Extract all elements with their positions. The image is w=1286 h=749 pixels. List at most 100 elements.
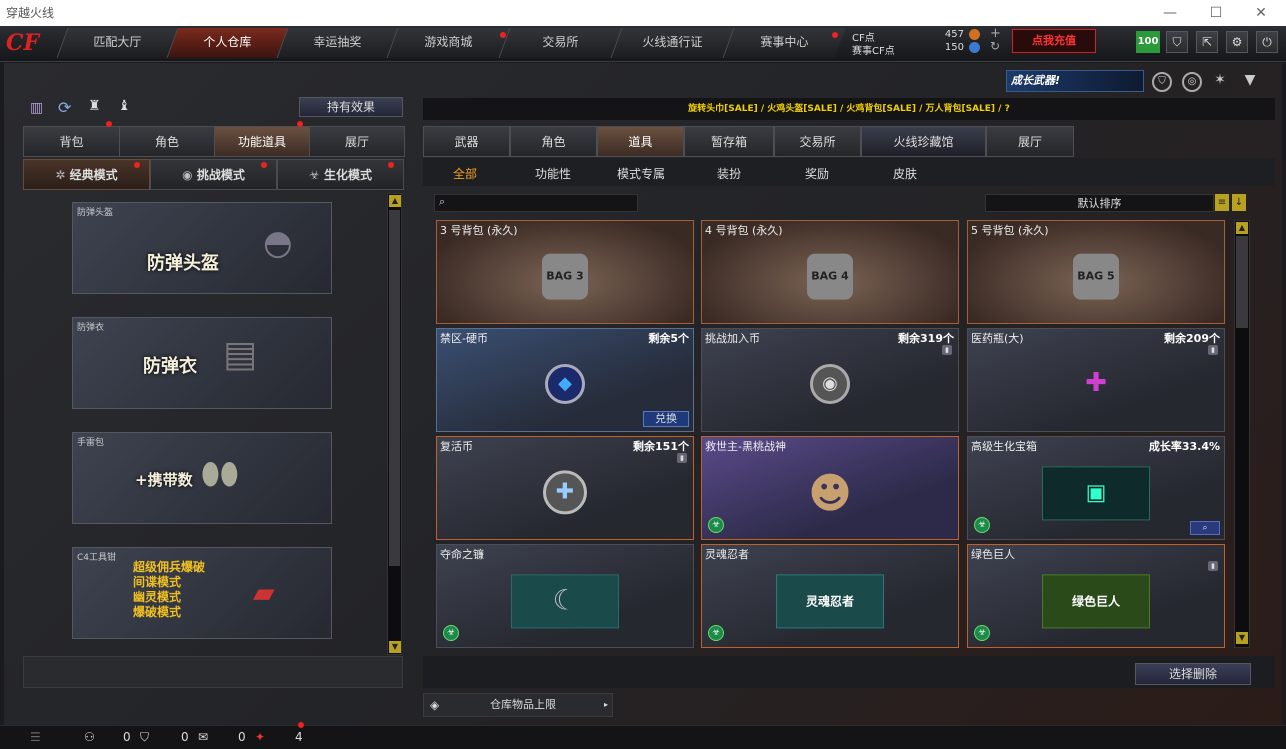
item-card[interactable]: 挑战加入币 剩余319个 ▮ ◉	[701, 328, 959, 432]
swap-icon[interactable]: ⟳	[58, 98, 71, 117]
item-card[interactable]: 禁区-硬币 剩余5个 ◆ 兑换	[436, 328, 694, 432]
menu-icon[interactable]: ☰	[30, 728, 41, 746]
left-tab-function-items[interactable]: 功能道具	[214, 126, 310, 157]
select-delete-button[interactable]: 选择删除	[1135, 663, 1251, 685]
holding-effect-button[interactable]: 持有效果	[299, 97, 403, 117]
lock-icon[interactable]: ▮	[942, 345, 952, 355]
c4-mode-2: 间谍模式	[133, 575, 182, 589]
card-grenade-pack[interactable]: 手雷包 +携带数 ⬮⬮	[72, 432, 332, 524]
target-icon[interactable]: ◎	[1182, 72, 1202, 92]
item-card[interactable]: 救世主-黑桃战神 ☻ ☣	[701, 436, 959, 540]
tab-weapons[interactable]: 武器	[423, 126, 510, 157]
sort-order-icon[interactable]: ↓	[1232, 194, 1246, 211]
subtab-reward[interactable]: 奖励	[784, 162, 850, 186]
card-c4-pliers[interactable]: C4工具钳 超级佣兵爆破 间谍模式 幽灵模式 爆破模式 ▰	[72, 547, 332, 639]
subtab-all[interactable]: 全部	[432, 162, 498, 186]
subtab-costume[interactable]: 装扮	[696, 162, 762, 186]
card-armor[interactable]: 防弹衣 防弹衣 ▤	[72, 317, 332, 409]
sort-dropdown[interactable]: 默认排序	[985, 194, 1214, 212]
mode-biochem[interactable]: ☣ 生化模式	[277, 159, 404, 190]
bag-icon[interactable]: ♝	[118, 98, 131, 114]
scroll-thumb[interactable]	[1236, 236, 1248, 328]
tab-temp-box[interactable]: 暂存箱	[684, 126, 774, 157]
scroll-thumb[interactable]	[389, 210, 400, 566]
friends-icon[interactable]: ⚇	[84, 728, 95, 746]
tab-lucky-draw[interactable]: 幸运抽奖	[276, 28, 398, 58]
gear-icon[interactable]: ⚙	[1226, 31, 1248, 53]
minimize-button[interactable]: —	[1147, 0, 1193, 26]
character-icon[interactable]: ♜	[88, 98, 101, 114]
tab-items[interactable]: 道具	[597, 126, 684, 157]
item-card[interactable]: 高级生化宝箱 成长率33.4% ▣ ☣ ⌕	[967, 436, 1225, 540]
c4-mode-4: 爆破模式	[133, 605, 182, 619]
tab-event-center[interactable]: 赛事中心	[722, 28, 846, 58]
item-card[interactable]: 灵魂忍者 灵魂忍者 ☣	[701, 544, 959, 648]
item-name: 挑战加入币	[705, 332, 760, 345]
tab-hall-right[interactable]: 展厅	[986, 126, 1074, 157]
scroll-down-arrow[interactable]: ▼	[1236, 632, 1248, 644]
lock-icon[interactable]: ▮	[1208, 561, 1218, 571]
shield-badge-icon[interactable]: ⛉	[1152, 72, 1172, 92]
item-card[interactable]: 4 号背包 (永久) BAG 4	[701, 220, 959, 324]
item-card[interactable]: 医药瓶(大) 剩余209个 ▮ ✚	[967, 328, 1225, 432]
v-badge-icon[interactable]: ▼	[1240, 72, 1260, 92]
card-title: 防弹衣	[143, 356, 197, 377]
mode-classic[interactable]: ✲ 经典模式	[23, 159, 150, 190]
search-input[interactable]: ⌕	[434, 194, 638, 212]
tab-match-lobby[interactable]: 匹配大厅	[56, 28, 178, 58]
list-view-icon[interactable]: ≡	[1215, 194, 1229, 211]
card-tag: 防弹头盔	[77, 208, 114, 218]
tab-collection[interactable]: 火线珍藏馆	[861, 126, 986, 157]
left-tab-hall[interactable]: 展厅	[309, 126, 405, 157]
exchange-button[interactable]: 兑换	[643, 411, 689, 427]
exit-room-icon[interactable]: ⇱	[1196, 31, 1218, 53]
notification-dot	[297, 121, 303, 127]
scroll-up-arrow[interactable]: ▲	[389, 195, 401, 207]
item-card[interactable]: 夺命之镰 ☾ ☣	[436, 544, 694, 648]
item-card[interactable]: 绿色巨人 ▮ 绿色巨人 ☣	[967, 544, 1225, 648]
chat-icon[interactable]: ✉	[198, 728, 208, 746]
subtab-skin[interactable]: 皮肤	[872, 162, 938, 186]
storage-limit-button[interactable]: ◈ 仓库物品上限 ▸	[423, 693, 613, 717]
scythe-icon: ☾	[511, 574, 619, 629]
chat-count: 0	[238, 730, 246, 744]
spark-icon[interactable]: ✶	[1210, 72, 1230, 92]
item-card[interactable]: 复活币 剩余151个 ▮ ✚	[436, 436, 694, 540]
card-tag: 防弹衣	[77, 323, 105, 333]
preview-search-button[interactable]: ⌕	[1190, 521, 1220, 535]
shield-icon[interactable]: ⛉	[1166, 31, 1188, 53]
card-title: 防弹头盔	[147, 253, 219, 274]
card-helmet[interactable]: 防弹头盔 防弹头盔 ◓	[72, 202, 332, 294]
scroll-down-arrow[interactable]: ▼	[389, 641, 401, 653]
mode-challenge[interactable]: ◉ 挑战模式	[150, 159, 277, 190]
left-tab-role[interactable]: 角色	[119, 126, 215, 157]
power-icon[interactable]: ⏻	[1256, 31, 1278, 53]
scroll-up-arrow[interactable]: ▲	[1236, 222, 1248, 234]
growth-weapon-banner[interactable]: 成长武器!	[1006, 70, 1144, 92]
mode-challenge-label: 挑战模式	[196, 168, 245, 182]
tab-battle-pass[interactable]: 火线通行证	[610, 28, 734, 58]
left-tab-backpack[interactable]: 背包	[23, 126, 120, 157]
item-card[interactable]: 5 号背包 (永久) BAG 5	[967, 220, 1225, 324]
clan-shield-icon[interactable]: ⛉	[140, 728, 149, 746]
breadcrumb[interactable]: 旋转头巾[SALE] / 火鸡头盔[SALE] / 火鸡背包[SALE] / 万…	[423, 101, 1275, 114]
subtab-mode-exclusive[interactable]: 模式专属	[608, 162, 674, 186]
tab-exchange-right[interactable]: 交易所	[774, 126, 861, 157]
refresh-icon[interactable]: ↻	[990, 39, 1000, 53]
gift-icon[interactable]: ✦	[255, 728, 265, 746]
tab-roles[interactable]: 角色	[510, 126, 597, 157]
subtab-functional[interactable]: 功能性	[520, 162, 586, 186]
item-name: 灵魂忍者	[705, 548, 749, 561]
tab-exchange[interactable]: 交易所	[498, 28, 622, 58]
tab-game-mall[interactable]: 游戏商城	[386, 28, 510, 58]
level-badge[interactable]: 100	[1136, 31, 1160, 53]
tab-personal-storage[interactable]: 个人仓库	[166, 28, 288, 58]
revive-coin-icon: ✚	[543, 470, 587, 515]
close-button[interactable]: ✕	[1238, 0, 1284, 26]
recharge-button[interactable]: 点我充值	[1012, 29, 1096, 53]
lock-icon[interactable]: ▮	[677, 453, 687, 463]
item-card[interactable]: 3 号背包 (永久) BAG 3	[436, 220, 694, 324]
lock-icon[interactable]: ▮	[1208, 345, 1218, 355]
maximize-button[interactable]: ☐	[1193, 0, 1239, 26]
stats-icon[interactable]: ▥	[30, 100, 43, 116]
